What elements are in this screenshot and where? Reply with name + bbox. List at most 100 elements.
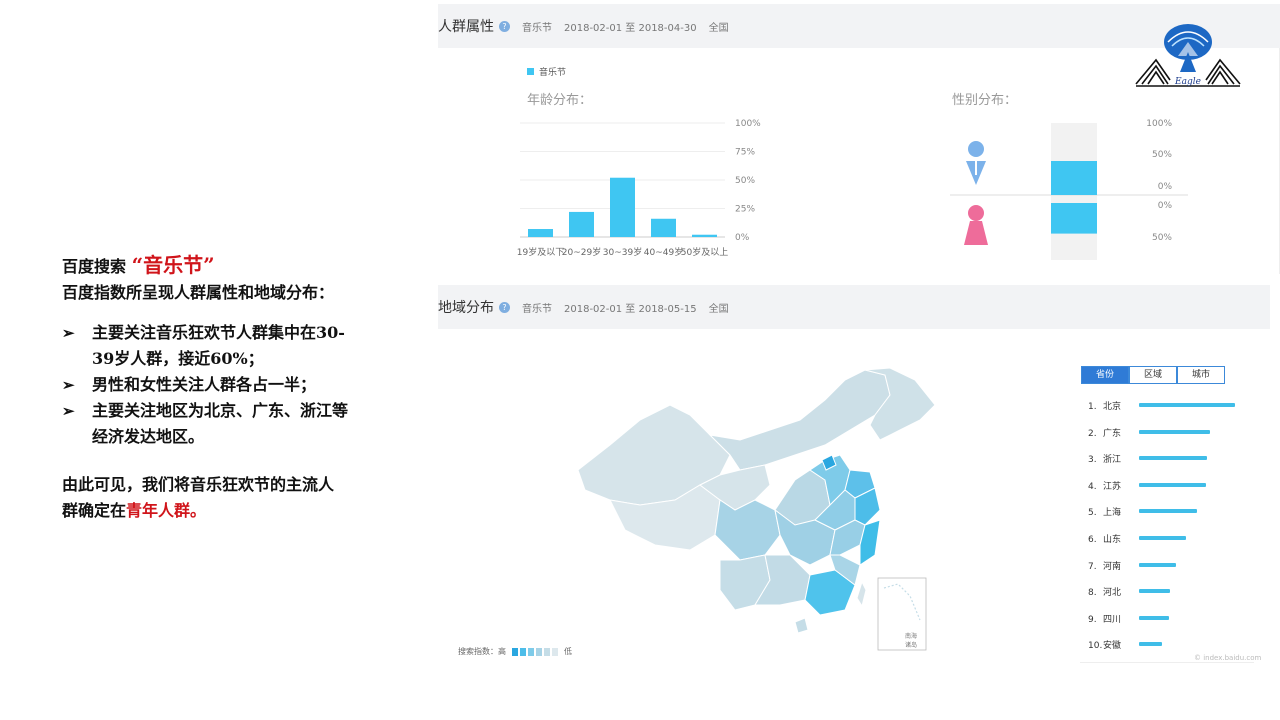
age-bar [569,211,594,237]
y-tick-label: 25% [735,205,755,215]
ranking-number: 5. [1088,508,1097,519]
ranking-bar [1139,429,1211,434]
bullet-text: 主要关注音乐狂欢节人群集中在30- [92,323,345,342]
ranking-number: 2. [1088,428,1097,439]
age-bar [692,234,717,237]
heading-keyword: “音乐节” [131,253,215,277]
ranking-number: 4. [1088,481,1097,492]
heading-prefix: 百度搜索 [62,257,127,276]
region-taiwan[interactable] [856,580,867,608]
ranking-province-name: 河南 [1103,561,1122,572]
region-hainan[interactable] [794,617,809,634]
ranking-row[interactable]: 3. 浙江 [1088,452,1121,465]
scale-label-low: 低 [564,647,572,656]
gender-chart-title: 性别分布： [952,93,1018,108]
conclusion-highlight: 青年人群。 [126,501,207,520]
tab-area[interactable]: 区域 [1129,366,1177,384]
ranking-province-name: 安徽 [1103,641,1122,652]
female-bar [1051,203,1097,234]
help-icon[interactable]: ? [499,301,510,313]
left-text-block: 百度搜索 “音乐节” 百度指数所呈现人群属性和地域分布： 主要关注音乐狂欢节人群… [62,252,412,524]
watermark: © index.baidu.com [1194,654,1262,662]
tab-province[interactable]: 省份 [1081,366,1129,384]
ranking-number: 10. [1088,641,1103,652]
crowd-region[interactable]: 全国 [709,19,729,34]
ranking-province-name: 河北 [1103,588,1122,599]
male-tick-label: 0% [1158,182,1173,192]
ranking-row[interactable]: 9. 四川 [1088,612,1121,625]
ranking-row[interactable]: 8. 河北 [1088,585,1121,598]
age-bar [528,229,553,237]
china-heat-map[interactable]: 南海 诸岛 [570,360,940,660]
ranking-row[interactable]: 5. 上海 [1088,505,1121,518]
ranking-province-name: 浙江 [1103,455,1122,466]
ranking-number: 9. [1088,614,1097,625]
female-tick-label: 50% [1152,233,1172,243]
female-icon-body [964,221,988,245]
bullet-item-3: 主要关注地区为北京、广东、浙江等 经济发达地区。 [62,398,412,450]
region-inner-mongolia[interactable] [708,369,891,471]
ranking-row[interactable]: 1. 北京 [1088,399,1121,412]
region-date-range[interactable]: 2018-02-01 至 2018-05-15 [564,300,697,315]
ranking-number: 3. [1088,455,1097,466]
ranking-row[interactable]: 10.安徽 [1088,638,1121,651]
y-tick-label: 50% [735,176,755,186]
ranking-number: 1. [1088,402,1097,412]
x-tick-label: 50岁及以上 [681,246,728,258]
ranking-bar [1139,562,1177,567]
bullet-text: 经济发达地区。 [92,427,205,446]
logo-text: Eagle [1174,77,1201,87]
ranking-divider [1080,662,1254,663]
region-title-text: 地域分布 [438,300,494,316]
y-tick-label: 0% [735,233,750,243]
region-panel-header: 地域分布 ? 音乐节 2018-02-01 至 2018-05-15 全国 [438,285,1270,329]
crowd-date-range[interactable]: 2018-02-01 至 2018-04-30 [564,19,697,34]
tab-city[interactable]: 城市 [1177,366,1225,384]
bullet-list: 主要关注音乐狂欢节人群集中在30- 39岁人群，接近60%； 男性和女性关注人群… [62,320,412,450]
ranking-row[interactable]: 4. 江苏 [1088,479,1121,492]
ranking-row[interactable]: 7. 河南 [1088,559,1121,572]
crowd-panel-title: 人群属性 ? [438,16,510,36]
x-tick-label: 40~49岁 [644,246,683,258]
ranking-number: 7. [1088,561,1097,572]
x-tick-label: 19岁及以下 [517,246,564,258]
region-panel-title: 地域分布 ? [438,297,510,317]
y-tick-label: 75% [735,148,755,158]
age-bar [651,218,676,237]
legend-label: 音乐节 [539,68,567,78]
ranking-bar [1139,589,1170,594]
male-bar [1051,161,1097,195]
x-tick-label: 20~29岁 [562,246,601,258]
ranking-bar [1139,403,1235,407]
search-index-scale: 搜索指数：高 低 [458,646,572,657]
age-distribution-chart: 100% 75% 50% 25% 0% 19岁及以下20~29岁 30~39岁 40~49岁5… [517,119,761,258]
male-tick-label: 100% [1146,119,1172,129]
bullet-item-1: 主要关注音乐狂欢节人群集中在30- 39岁人群，接近60%； [62,320,412,372]
ranking-province-name: 江苏 [1103,481,1122,492]
x-tick-label: 30~39岁 [603,246,642,258]
ranking-bar [1139,482,1207,487]
ranking-row[interactable]: 6. 山东 [1088,532,1121,545]
conclusion: 由此可见，我们将音乐狂欢节的主流人 群确定在青年人群。 [62,472,412,524]
ranking-province-name: 上海 [1103,508,1122,519]
chart-legend[interactable]: 音乐节 [527,65,566,78]
bullet-item-2: 男性和女性关注人群各占一半； [62,372,412,398]
ranking-row[interactable]: 2. 广东 [1088,426,1121,439]
ranking-bar [1139,642,1163,647]
ranking-province-name: 山东 [1103,535,1122,545]
region-scope[interactable]: 全国 [709,300,729,315]
conclusion-text: 由此可见，我们将音乐狂欢节的主流人 [62,475,335,494]
ranking-province-name: 北京 [1103,402,1122,412]
ranking-province-name: 四川 [1103,614,1122,625]
heading-line: 百度搜索 “音乐节” [62,252,412,280]
region-sichuan[interactable] [714,499,781,561]
ranking-number: 6. [1088,535,1097,545]
help-icon[interactable]: ? [499,20,510,32]
y-tick-label: 100% [735,119,761,129]
male-tick-label: 50% [1152,150,1172,160]
ranking-province-name: 广东 [1103,428,1122,439]
ranking-bar [1139,615,1169,620]
age-bar [610,177,635,237]
age-chart-title: 年龄分布： [527,93,593,108]
scale-label-high: 搜索指数：高 [458,647,506,656]
